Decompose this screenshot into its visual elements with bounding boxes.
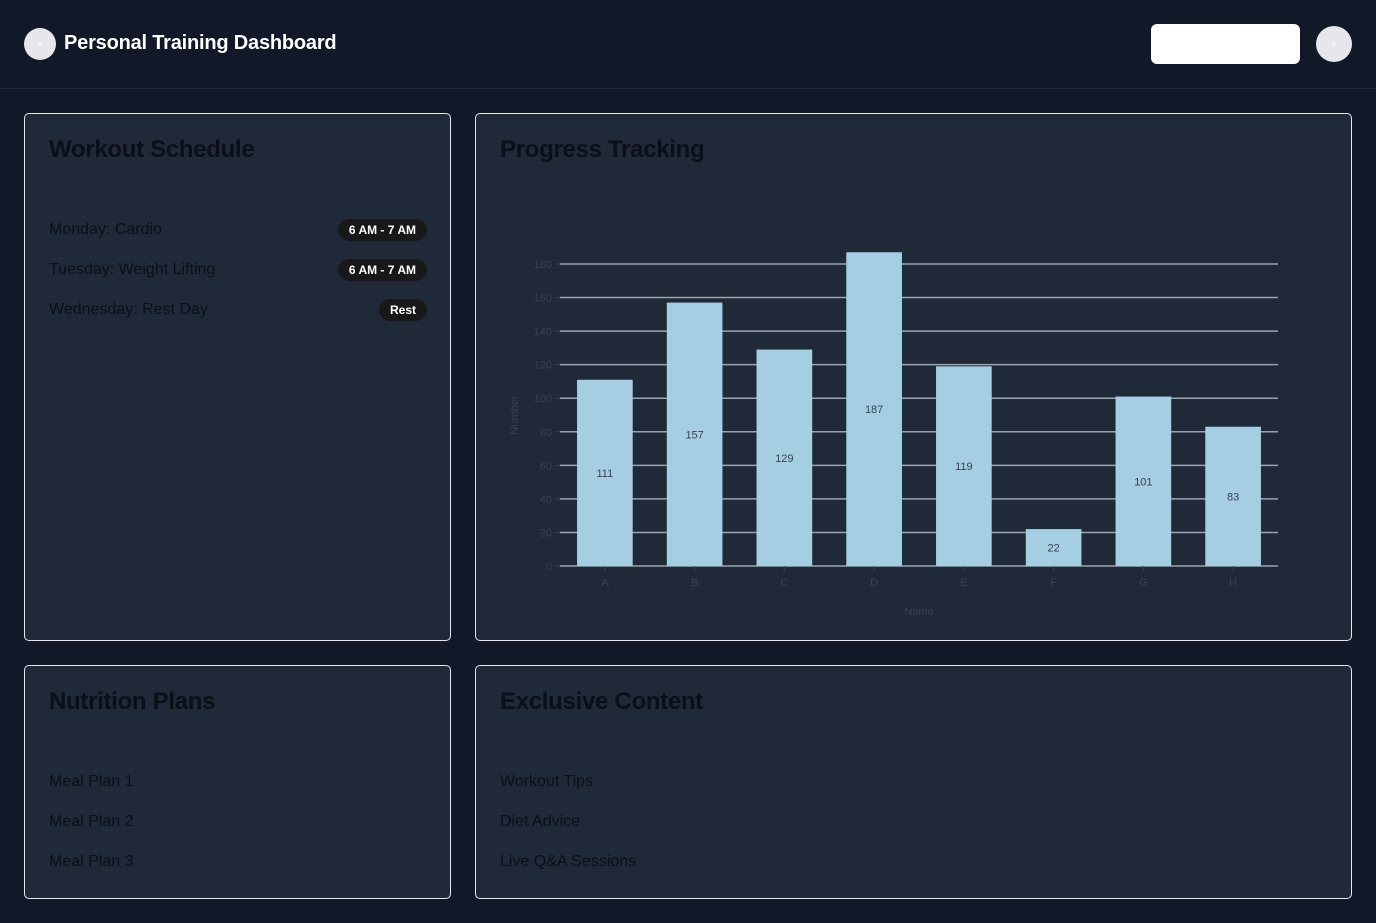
exclusive-content-card: Exclusive Content Workout Tips Diet Advi… (475, 665, 1352, 899)
bar-value-label: 157 (685, 429, 703, 441)
exclusive-content-item[interactable]: Live Q&A Sessions (500, 842, 636, 882)
user-avatar-icon[interactable] (1316, 26, 1352, 62)
meal-plan-item[interactable]: Meal Plan 1 (49, 762, 134, 802)
y-tick-label: 0 (546, 561, 552, 573)
y-tick-label: 60 (540, 460, 552, 472)
x-tick-label: F (1050, 577, 1057, 589)
time-badge: 6 AM - 7 AM (337, 219, 427, 241)
exclusive-content-list: Workout Tips Diet Advice Live Q&A Sessio… (500, 762, 636, 882)
logo-icon[interactable] (24, 28, 56, 60)
bar-value-label: 111 (597, 468, 614, 480)
y-tick-label: 100 (534, 393, 552, 405)
y-tick-label: 40 (540, 494, 552, 506)
schedule-label: Monday: Cardio (49, 221, 162, 238)
exclusive-content-item[interactable]: Workout Tips (500, 762, 636, 802)
nutrition-plans-title: Nutrition Plans (49, 688, 216, 715)
bar-value-label: 187 (865, 404, 883, 416)
bar-value-label: 119 (955, 461, 973, 473)
search-input[interactable] (1151, 24, 1300, 64)
rest-badge: Rest (378, 299, 427, 321)
y-tick-label: 140 (534, 326, 552, 338)
meal-plan-item[interactable]: Meal Plan 3 (49, 842, 134, 882)
y-tick-label: 20 (540, 527, 552, 539)
y-axis-title: Number (509, 395, 521, 434)
bar-value-label: 83 (1227, 491, 1239, 503)
x-tick-label: D (870, 577, 878, 589)
workout-schedule-list: Monday: Cardio 6 AM - 7 AM Tuesday: Weig… (49, 210, 427, 330)
nutrition-plans-card: Nutrition Plans Meal Plan 1 Meal Plan 2 … (24, 665, 451, 899)
bar-value-label: 22 (1048, 543, 1060, 555)
exclusive-content-title: Exclusive Content (500, 688, 703, 715)
workout-schedule-title: Workout Schedule (49, 136, 255, 163)
meal-plan-list: Meal Plan 1 Meal Plan 2 Meal Plan 3 (49, 762, 134, 882)
time-badge: 6 AM - 7 AM (337, 259, 427, 281)
x-tick-label: G (1139, 577, 1148, 589)
x-tick-label: H (1229, 577, 1237, 589)
app-header: Personal Training Dashboard (0, 0, 1376, 89)
bar-value-label: 101 (1134, 476, 1152, 488)
schedule-label: Wednesday: Rest Day (49, 301, 208, 318)
workout-schedule-card: Workout Schedule Monday: Cardio 6 AM - 7… (24, 113, 451, 641)
app-title: Personal Training Dashboard (64, 32, 337, 54)
schedule-row[interactable]: Tuesday: Weight Lifting 6 AM - 7 AM (49, 250, 427, 290)
y-tick-label: 180 (534, 259, 552, 271)
progress-tracking-card: Progress Tracking 0 20 40 60 80 100 120 140 160 1… (475, 113, 1352, 641)
schedule-row[interactable]: Wednesday: Rest Day Rest (49, 290, 427, 330)
x-tick-label: C (780, 577, 788, 589)
meal-plan-item[interactable]: Meal Plan 2 (49, 802, 134, 842)
x-tick-label: B (691, 577, 698, 589)
y-tick-label: 80 (540, 427, 552, 439)
exclusive-content-item[interactable]: Diet Advice (500, 802, 636, 842)
y-tick-label: 120 (534, 360, 552, 372)
schedule-label: Tuesday: Weight Lifting (49, 261, 216, 278)
progress-bar-chart: 0 20 40 60 80 100 120 140 160 180 111 A 157 B 129 C 187 D… (509, 252, 1278, 618)
y-tick-label: 160 (534, 293, 552, 305)
schedule-row[interactable]: Monday: Cardio 6 AM - 7 AM (49, 210, 427, 250)
bar-value-label: 129 (775, 453, 793, 465)
x-axis-title: Name (904, 606, 933, 618)
x-tick-label: E (960, 577, 967, 589)
x-tick-label: A (601, 577, 609, 589)
